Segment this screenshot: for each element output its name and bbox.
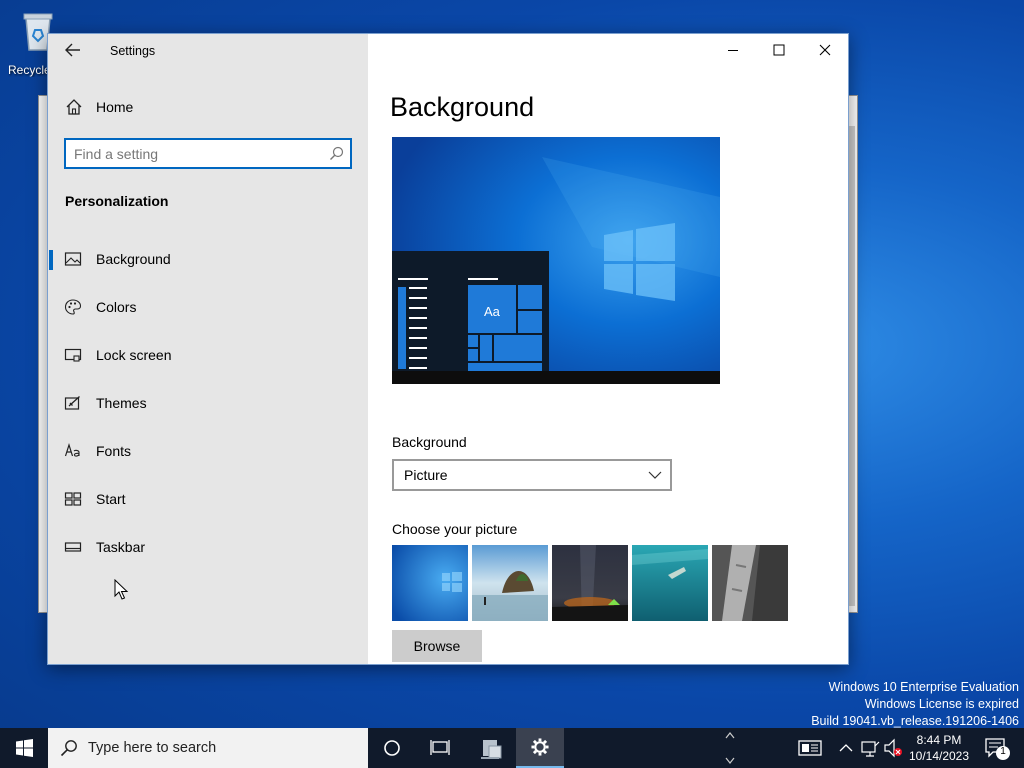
title-bar[interactable]: Settings <box>48 34 368 66</box>
sidebar-item-label: Colors <box>96 299 137 315</box>
browse-button[interactable]: Browse <box>392 630 482 662</box>
volume-muted-icon[interactable] <box>882 728 904 768</box>
mouse-cursor-icon <box>114 579 129 600</box>
sidebar-item-label: Themes <box>96 395 147 411</box>
themes-icon <box>64 396 80 410</box>
background-preview: Aa <box>392 137 720 384</box>
start-button[interactable] <box>0 728 48 768</box>
task-view-button[interactable] <box>416 728 464 768</box>
choose-picture-label: Choose your picture <box>392 521 518 537</box>
picture-thumbnail-night-sky[interactable] <box>552 545 628 621</box>
clock-time: 8:44 PM <box>916 733 962 747</box>
picture-thumbnails <box>392 545 792 621</box>
background-type-dropdown[interactable]: Picture <box>392 459 672 491</box>
nav-home[interactable]: Home <box>48 92 368 122</box>
sidebar-item-label: Background <box>96 251 171 267</box>
sidebar-item-label: Fonts <box>96 443 132 459</box>
fonts-icon <box>64 443 80 457</box>
start-icon <box>64 492 82 506</box>
sidebar-item-start[interactable]: Start <box>48 479 368 519</box>
active-indicator <box>49 250 53 270</box>
taskbar-scroll-arrows[interactable] <box>720 728 740 768</box>
home-icon <box>66 99 82 115</box>
sidebar-item-taskbar[interactable]: Taskbar <box>48 527 368 567</box>
preview-sample-text: Aa <box>484 304 501 319</box>
background-type-label: Background <box>392 434 467 450</box>
picture-thumbnail-windows[interactable] <box>392 545 468 621</box>
close-button[interactable] <box>802 34 848 66</box>
taskbar-clock[interactable]: 8:44 PM 10/14/2023 <box>904 732 974 764</box>
picture-thumbnail-rock[interactable] <box>712 545 788 621</box>
minimize-button[interactable] <box>710 34 756 66</box>
sidebar-item-label: Taskbar <box>96 539 146 555</box>
picture-thumbnail-underwater[interactable] <box>632 545 708 621</box>
sidebar-item-fonts[interactable]: Fonts <box>48 431 368 471</box>
show-hidden-icons-chevron-icon[interactable] <box>836 728 856 768</box>
news-icon[interactable] <box>792 728 828 768</box>
background-type-value: Picture <box>404 467 448 483</box>
sidebar-item-label: Lock screen <box>96 347 172 363</box>
window-title: Settings <box>110 44 156 58</box>
sidebar-item-themes[interactable]: Themes <box>48 383 368 423</box>
settings-nav-pane: Settings Home Personalization Background <box>48 34 368 664</box>
maximize-button[interactable] <box>756 34 802 66</box>
action-center-button[interactable]: 1 <box>978 728 1018 768</box>
taskbar: Type here to search 8:44 PM 10/14/2023 1 <box>0 728 1024 768</box>
palette-icon <box>64 299 82 315</box>
search-icon[interactable] <box>329 146 344 161</box>
taskbar-icon <box>64 542 82 552</box>
settings-search-box[interactable] <box>64 138 352 169</box>
picture-thumbnail-beach[interactable] <box>472 545 548 621</box>
server-manager-icon[interactable] <box>466 728 514 768</box>
settings-search-input[interactable] <box>74 144 318 163</box>
taskbar-search-placeholder: Type here to search <box>88 740 217 756</box>
sidebar-item-label: Start <box>96 491 126 507</box>
back-arrow-icon[interactable] <box>62 40 84 60</box>
sidebar-item-lock-screen[interactable]: Lock screen <box>48 335 368 375</box>
sidebar-item-background[interactable]: Background <box>48 239 368 279</box>
watermark-edition: Windows 10 Enterprise Evaluation <box>828 680 1019 694</box>
notification-count-badge: 1 <box>1000 746 1006 757</box>
page-title: Background <box>390 92 535 122</box>
settings-content-pane: Background Aa Background Picture Choose … <box>368 34 848 664</box>
settings-window: Settings Home Personalization Background <box>47 33 849 665</box>
nav-home-label: Home <box>96 99 134 115</box>
recycle-bin-label: Recycle Bin <box>8 63 48 77</box>
search-icon <box>60 740 77 757</box>
taskbar-search-box[interactable]: Type here to search <box>48 728 368 768</box>
section-title: Personalization <box>65 193 169 209</box>
picture-icon <box>64 252 82 266</box>
sidebar-item-colors[interactable]: Colors <box>48 287 368 327</box>
activation-watermark: Windows 10 Enterprise Evaluation Windows… <box>811 679 1019 730</box>
chevron-down-icon <box>648 471 662 479</box>
watermark-license: Windows License is expired <box>864 697 1019 711</box>
settings-taskbar-button[interactable] <box>516 728 564 768</box>
lock-screen-icon <box>64 348 82 362</box>
clock-date: 10/14/2023 <box>908 749 970 763</box>
network-icon[interactable] <box>858 728 882 768</box>
cortana-button[interactable] <box>368 728 416 768</box>
